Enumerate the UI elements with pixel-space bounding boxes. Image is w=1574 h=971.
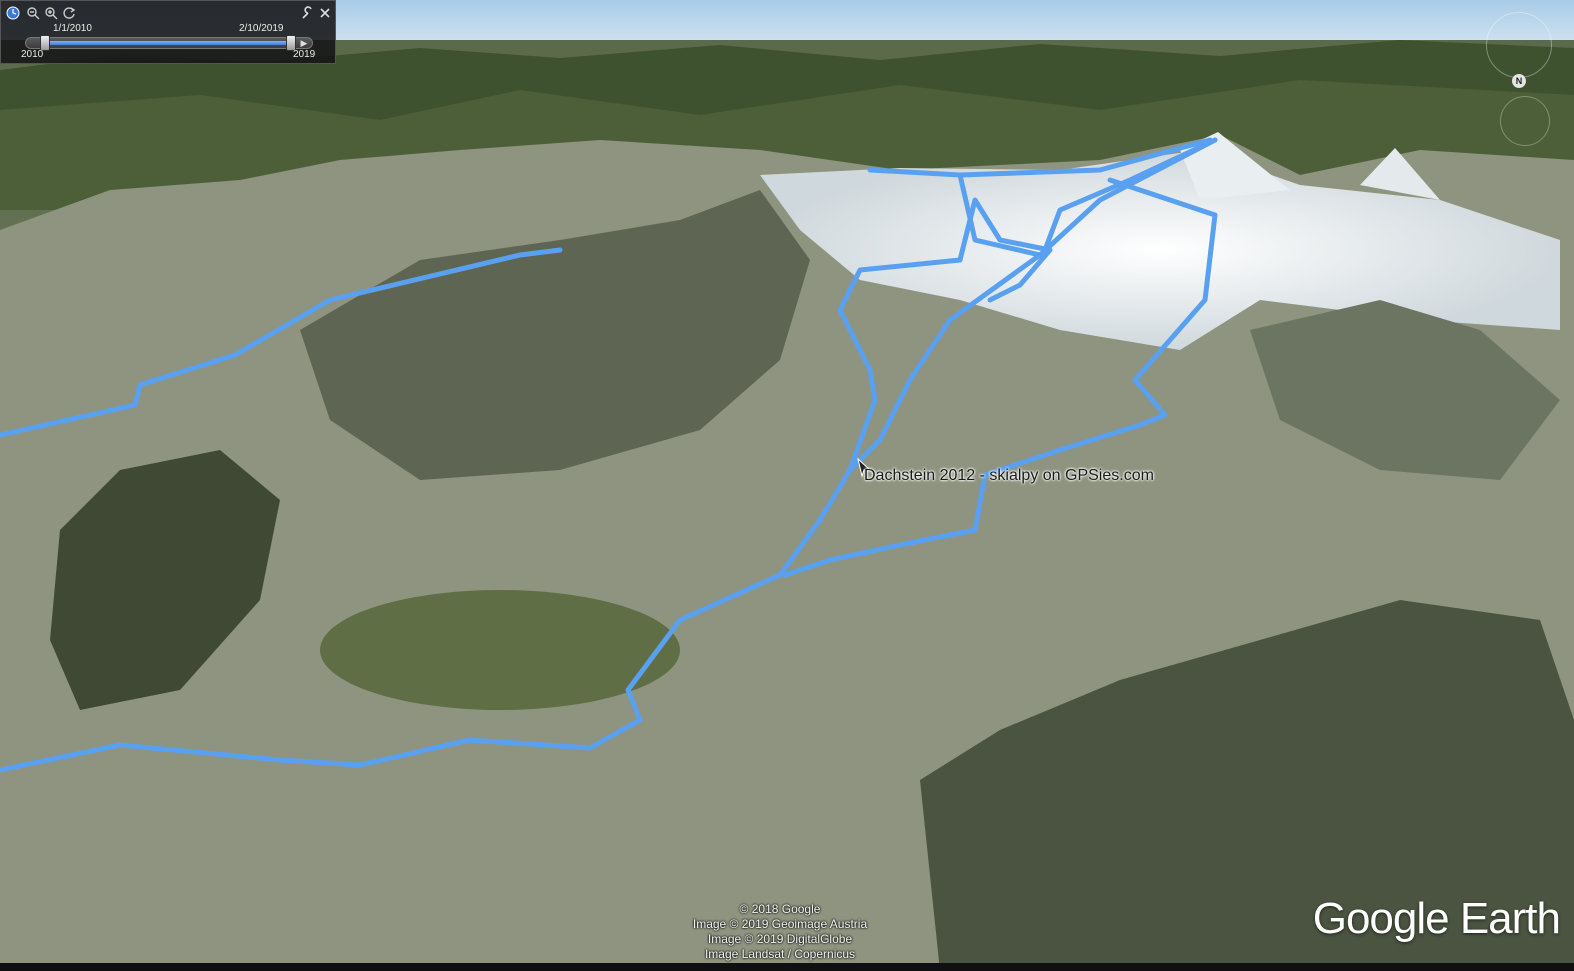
clock-icon[interactable] bbox=[5, 5, 21, 21]
time-slider-panel: 1/1/2010 2/10/2019 ◀ ▶ 2010 2019 bbox=[0, 0, 336, 64]
terrain-view[interactable] bbox=[0, 0, 1574, 971]
time-range-fill bbox=[44, 41, 292, 45]
refresh-icon[interactable] bbox=[61, 5, 77, 21]
end-year: 2019 bbox=[293, 49, 316, 60]
close-icon[interactable] bbox=[317, 5, 333, 21]
zoom-in-icon[interactable] bbox=[43, 5, 59, 21]
status-bar bbox=[0, 963, 1574, 971]
zoom-out-icon[interactable] bbox=[25, 5, 41, 21]
step-forward-button[interactable]: ▶ bbox=[299, 37, 309, 49]
start-year: 2010 bbox=[21, 49, 44, 60]
start-date: 1/1/2010 bbox=[53, 23, 92, 34]
wrench-icon[interactable] bbox=[299, 5, 315, 21]
attribution-line: © 2018 Google bbox=[739, 902, 821, 916]
valley-meadow bbox=[320, 590, 680, 710]
imagery-attribution: © 2018 Google Image © 2019 Geoimage Aust… bbox=[600, 902, 960, 962]
attribution-line: Image Landsat / Copernicus bbox=[704, 947, 856, 961]
compass-icon[interactable] bbox=[1486, 12, 1552, 78]
attribution-line: Image © 2019 Geoimage Austria bbox=[692, 917, 868, 931]
look-control[interactable] bbox=[1500, 96, 1550, 146]
time-track[interactable] bbox=[25, 35, 313, 51]
end-date: 2/10/2019 bbox=[239, 23, 284, 34]
attribution-line: Image © 2019 DigitalGlobe bbox=[707, 932, 853, 946]
placemark-label[interactable]: Dachstein 2012 - skialpy on GPSies.com bbox=[864, 467, 1154, 485]
google-earth-logo: Google Earth bbox=[1312, 894, 1561, 943]
north-indicator[interactable]: N bbox=[1512, 74, 1526, 88]
